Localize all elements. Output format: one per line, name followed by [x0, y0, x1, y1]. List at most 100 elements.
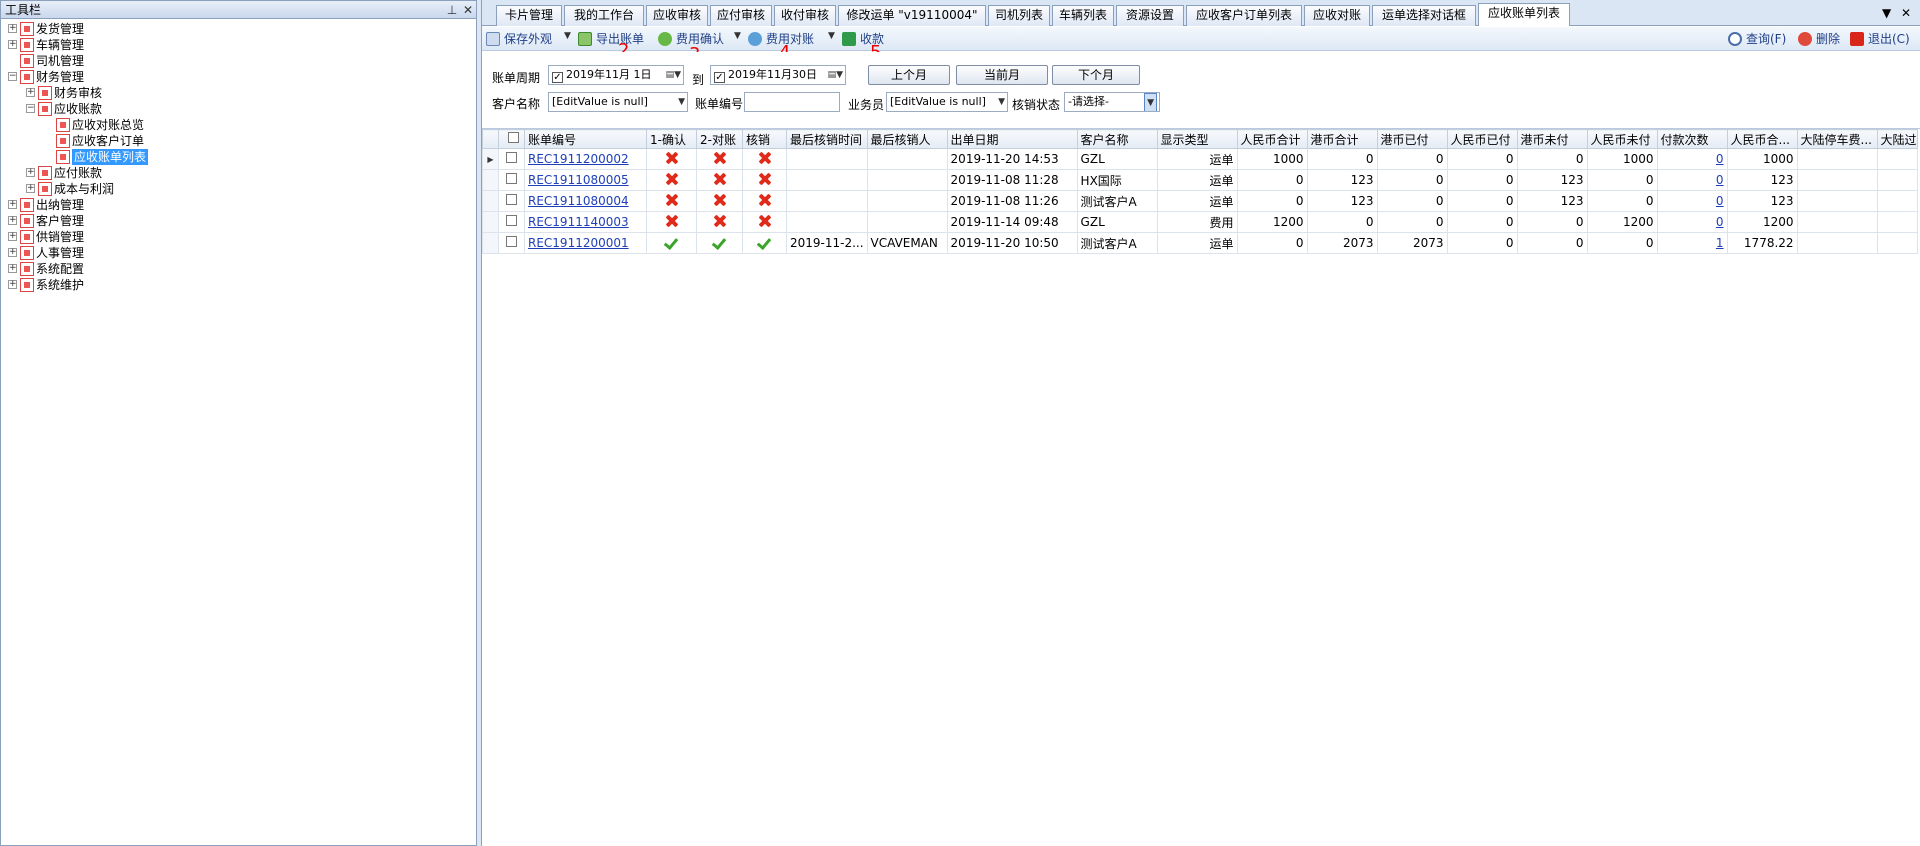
expand-icon[interactable]: + — [8, 248, 17, 257]
row-checkbox[interactable] — [506, 173, 517, 184]
tree-item-8[interactable]: 应收账单列表 — [1, 149, 476, 165]
tree-item-9[interactable]: + 应付账款 — [1, 165, 476, 181]
tab-4[interactable]: 收付审核 — [774, 5, 836, 26]
tree-item-6[interactable]: 应收对账总览 — [1, 117, 476, 133]
bill-no-link[interactable]: REC1911080004 — [528, 194, 629, 208]
row-checkbox[interactable] — [506, 152, 517, 163]
export-bill-button[interactable]: 导出账单 — [578, 31, 644, 47]
tab-5[interactable]: 修改运单 "v19110004" — [838, 5, 986, 26]
tree-item-14[interactable]: + 人事管理 — [1, 245, 476, 261]
column-header[interactable]: 人民币合... — [1726, 129, 1798, 149]
fee-reconcile-dropdown-icon[interactable]: ▼ — [828, 31, 835, 41]
pay-count-link[interactable]: 1 — [1716, 236, 1724, 250]
pay-count-link[interactable]: 0 — [1716, 194, 1724, 208]
tab-list-dropdown-icon[interactable]: ▼ — [1882, 6, 1891, 20]
tab-12[interactable]: 应收账单列表 — [1478, 3, 1570, 26]
fee-confirm-dropdown-icon[interactable]: ▼ — [734, 31, 741, 41]
expand-icon[interactable]: + — [8, 40, 17, 49]
tree-item-4[interactable]: + 财务审核 — [1, 85, 476, 101]
tree-item-16[interactable]: + 系统维护 — [1, 277, 476, 293]
date-to-picker[interactable]: ✓ 2019年11月30日 ▤▼ — [710, 65, 846, 85]
chevron-down-icon[interactable]: ▼ — [998, 93, 1005, 111]
column-header[interactable]: 最后核销时间 — [786, 129, 868, 149]
pay-count-link[interactable]: 0 — [1716, 215, 1724, 229]
save-layout-button[interactable]: 保存外观 — [486, 31, 552, 47]
exit-button[interactable]: 退出(C) — [1850, 31, 1910, 47]
column-header[interactable]: 1-确认 — [646, 129, 697, 149]
row-checkbox[interactable] — [506, 194, 517, 205]
select-all-checkbox[interactable] — [507, 132, 519, 143]
expand-icon[interactable]: + — [26, 168, 35, 177]
column-header[interactable]: 港币合计 — [1306, 129, 1378, 149]
expand-icon[interactable]: + — [26, 88, 35, 97]
column-header[interactable]: 客户名称 — [1076, 129, 1158, 149]
column-header[interactable]: 大陆过 — [1876, 129, 1918, 149]
column-header[interactable]: 核销 — [742, 129, 787, 149]
date-from-picker[interactable]: ✓ 2019年11月 1日 ▤▼ — [548, 65, 684, 85]
customer-combo[interactable]: [EditValue is null] ▼ — [548, 92, 688, 112]
expand-icon[interactable]: + — [8, 200, 17, 209]
table-row[interactable]: REC1911080004 2019-11-08 11:26 测试客户A 运单 0 123… — [482, 190, 1918, 212]
table-row[interactable]: ▶ REC1911200002 2019-11-20 14:53 GZL 运单 1000 0… — [482, 148, 1918, 170]
tree-item-2[interactable]: 司机管理 — [1, 53, 476, 69]
tab-8[interactable]: 资源设置 — [1116, 5, 1184, 26]
tree-item-13[interactable]: + 供销管理 — [1, 229, 476, 245]
calendar-dropdown-icon[interactable]: ▤▼ — [666, 66, 681, 84]
tab-1[interactable]: 我的工作台 — [564, 5, 644, 26]
tab-9[interactable]: 应收客户订单列表 — [1186, 5, 1302, 26]
tree-item-5[interactable]: − 应收账款 — [1, 101, 476, 117]
delete-button[interactable]: 删除 — [1798, 31, 1840, 47]
table-row[interactable]: REC1911200001 2019-11-2... VCAVEMAN 2019-11… — [482, 232, 1918, 254]
tree-item-0[interactable]: + 发货管理 — [1, 21, 476, 37]
pay-count-link[interactable]: 0 — [1716, 152, 1724, 166]
date-to-checkbox[interactable]: ✓ — [714, 72, 725, 83]
next-month-button[interactable]: 下个月 — [1052, 65, 1140, 85]
expand-icon[interactable]: + — [26, 184, 35, 193]
pay-count-link[interactable]: 0 — [1716, 173, 1724, 187]
expand-icon[interactable]: + — [8, 24, 17, 33]
column-header[interactable]: 港币已付 — [1376, 129, 1448, 149]
column-header[interactable]: 账单编号 — [524, 129, 647, 149]
column-header[interactable]: 显示类型 — [1156, 129, 1238, 149]
prev-month-button[interactable]: 上个月 — [868, 65, 950, 85]
bill-no-link[interactable]: REC1911080005 — [528, 173, 629, 187]
query-button[interactable]: 查询(F) — [1728, 31, 1786, 47]
expand-icon[interactable]: + — [8, 264, 17, 273]
this-month-button[interactable]: 当前月 — [956, 65, 1048, 85]
expand-icon[interactable]: + — [8, 216, 17, 225]
tree-item-15[interactable]: + 系统配置 — [1, 261, 476, 277]
tree-item-12[interactable]: + 客户管理 — [1, 213, 476, 229]
chevron-down-icon[interactable]: ▼ — [1144, 93, 1157, 111]
column-header[interactable]: 港币未付 — [1516, 129, 1588, 149]
tab-11[interactable]: 运单选择对话框 — [1372, 5, 1476, 26]
tab-close-icon[interactable]: ✕ — [1901, 6, 1911, 20]
collapse-icon[interactable]: − — [26, 104, 35, 113]
tab-7[interactable]: 车辆列表 — [1052, 5, 1114, 26]
expand-icon[interactable]: + — [8, 280, 17, 289]
chevron-down-icon[interactable]: ▼ — [678, 93, 685, 111]
save-layout-dropdown-icon[interactable]: ▼ — [564, 31, 571, 41]
tree-item-10[interactable]: + 成本与利润 — [1, 181, 476, 197]
table-row[interactable]: REC1911080005 2019-11-08 11:28 HX国际 运单 0 123 0… — [482, 169, 1918, 191]
column-header[interactable]: 人民币未付 — [1586, 129, 1658, 149]
column-header[interactable]: 人民币合计 — [1236, 129, 1308, 149]
date-from-checkbox[interactable]: ✓ — [552, 72, 563, 83]
row-checkbox[interactable] — [506, 215, 517, 226]
status-combo[interactable]: -请选择- ▼ — [1064, 92, 1160, 112]
tab-2[interactable]: 应收审核 — [646, 5, 708, 26]
bill-no-link[interactable]: REC1911200002 — [528, 152, 629, 166]
pin-icon[interactable]: ⊥ — [444, 3, 460, 17]
column-header[interactable]: 付款次数 — [1656, 129, 1728, 149]
expand-icon[interactable]: + — [8, 232, 17, 241]
bill-no-link[interactable]: REC1911200001 — [528, 236, 629, 250]
column-header[interactable]: 2-对账 — [696, 129, 743, 149]
tree-item-7[interactable]: 应收客户订单 — [1, 133, 476, 149]
column-header[interactable]: 最后核销人 — [866, 129, 948, 149]
tab-6[interactable]: 司机列表 — [988, 5, 1050, 26]
tree-item-3[interactable]: − 财务管理 — [1, 69, 476, 85]
salesman-combo[interactable]: [EditValue is null] ▼ — [886, 92, 1008, 112]
bill-no-link[interactable]: REC1911140003 — [528, 215, 629, 229]
table-row[interactable]: REC1911140003 2019-11-14 09:48 GZL 费用 1200 0 0… — [482, 211, 1918, 233]
tree-item-11[interactable]: + 出纳管理 — [1, 197, 476, 213]
collapse-icon[interactable]: − — [8, 72, 17, 81]
